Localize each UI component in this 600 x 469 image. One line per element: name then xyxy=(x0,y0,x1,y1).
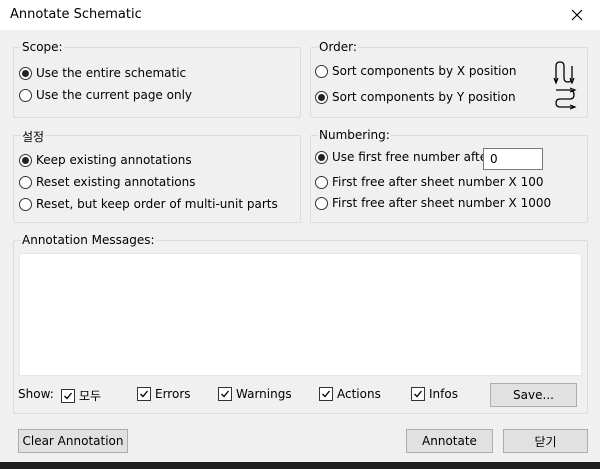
order-label: Order: xyxy=(318,40,358,54)
show-label: Show: xyxy=(18,387,54,401)
messages-list[interactable] xyxy=(19,253,582,376)
order-sort-y-radio[interactable]: Sort components by Y position xyxy=(315,90,516,104)
settings-label: 설정 xyxy=(21,128,46,145)
filter-label: Infos xyxy=(429,387,458,401)
numbering-x1000-radio[interactable]: First free after sheet number X 1000 xyxy=(315,196,551,210)
filter-errors-checkbox[interactable]: Errors xyxy=(137,387,191,401)
filter-all-checkbox[interactable]: 모두 xyxy=(61,387,101,404)
radio-indicator xyxy=(19,197,32,211)
scope-current-page-radio[interactable]: Use the current page only xyxy=(19,88,192,102)
scope-label: Scope: xyxy=(21,40,64,54)
checkmark-icon xyxy=(140,390,149,398)
radio-indicator xyxy=(19,153,32,167)
radio-indicator xyxy=(315,175,328,189)
window-title: Annotate Schematic xyxy=(10,7,142,22)
annotate-button[interactable]: Annotate xyxy=(406,429,493,453)
radio-indicator xyxy=(315,196,328,210)
scope-entire-schematic-radio[interactable]: Use the entire schematic xyxy=(19,66,186,80)
order-option-label: Sort components by Y position xyxy=(332,90,516,104)
radio-indicator xyxy=(19,66,32,80)
settings-reset-existing-radio[interactable]: Reset existing annotations xyxy=(19,175,195,189)
numbering-first-free-radio[interactable]: Use first free number after: xyxy=(315,150,496,164)
radio-indicator xyxy=(19,175,32,189)
order-option-label: Sort components by X position xyxy=(332,64,517,78)
numbering-option-label: First free after sheet number X 100 xyxy=(332,175,544,189)
sort-y-icon xyxy=(555,87,577,110)
close-button[interactable]: 닫기 xyxy=(503,429,588,453)
filter-actions-checkbox[interactable]: Actions xyxy=(319,387,381,401)
settings-option-label: Reset, but keep order of multi-unit part… xyxy=(36,197,278,211)
checkmark-icon xyxy=(221,390,230,398)
numbering-option-label: First free after sheet number X 1000 xyxy=(332,196,552,210)
radio-indicator xyxy=(315,64,328,78)
numbering-label: Numbering: xyxy=(318,128,391,142)
filter-warnings-checkbox[interactable]: Warnings xyxy=(218,387,292,401)
title-bar: Annotate Schematic xyxy=(0,0,600,30)
settings-keep-existing-radio[interactable]: Keep existing annotations xyxy=(19,153,192,167)
checkbox-indicator xyxy=(319,387,333,401)
radio-indicator xyxy=(315,90,328,104)
filter-label: 모두 xyxy=(79,389,102,403)
scope-group xyxy=(13,47,301,118)
filter-infos-checkbox[interactable]: Infos xyxy=(411,387,458,401)
radio-indicator xyxy=(315,150,328,164)
first-free-number-input[interactable]: 0 xyxy=(483,148,543,170)
messages-label: Annotation Messages: xyxy=(21,233,156,247)
close-window-button[interactable] xyxy=(554,0,600,30)
radio-indicator xyxy=(19,88,32,102)
checkbox-indicator xyxy=(218,387,232,401)
scope-option-label: Use the entire schematic xyxy=(36,66,187,80)
scope-option-label: Use the current page only xyxy=(36,88,193,102)
numbering-x100-radio[interactable]: First free after sheet number X 100 xyxy=(315,175,543,189)
checkmark-icon xyxy=(64,392,73,399)
settings-option-label: Keep existing annotations xyxy=(36,153,192,167)
save-messages-button[interactable]: Save... xyxy=(490,383,577,407)
checkbox-indicator xyxy=(137,387,151,401)
clear-annotation-button[interactable]: Clear Annotation xyxy=(18,429,128,453)
filter-label: Warnings xyxy=(236,387,292,401)
sort-x-icon xyxy=(553,61,575,85)
checkmark-icon xyxy=(322,390,331,398)
close-icon xyxy=(571,9,583,21)
window-bottom-edge xyxy=(0,462,600,469)
order-sort-x-radio[interactable]: Sort components by X position xyxy=(315,64,516,78)
settings-reset-keep-order-radio[interactable]: Reset, but keep order of multi-unit part… xyxy=(19,197,278,211)
checkbox-indicator xyxy=(411,387,425,401)
checkmark-icon xyxy=(414,390,423,398)
filter-label: Errors xyxy=(155,387,191,401)
settings-option-label: Reset existing annotations xyxy=(36,175,196,189)
numbering-option-label: Use first free number after: xyxy=(332,150,496,164)
filter-label: Actions xyxy=(337,387,381,401)
checkbox-indicator xyxy=(61,388,75,403)
order-group xyxy=(310,47,588,118)
